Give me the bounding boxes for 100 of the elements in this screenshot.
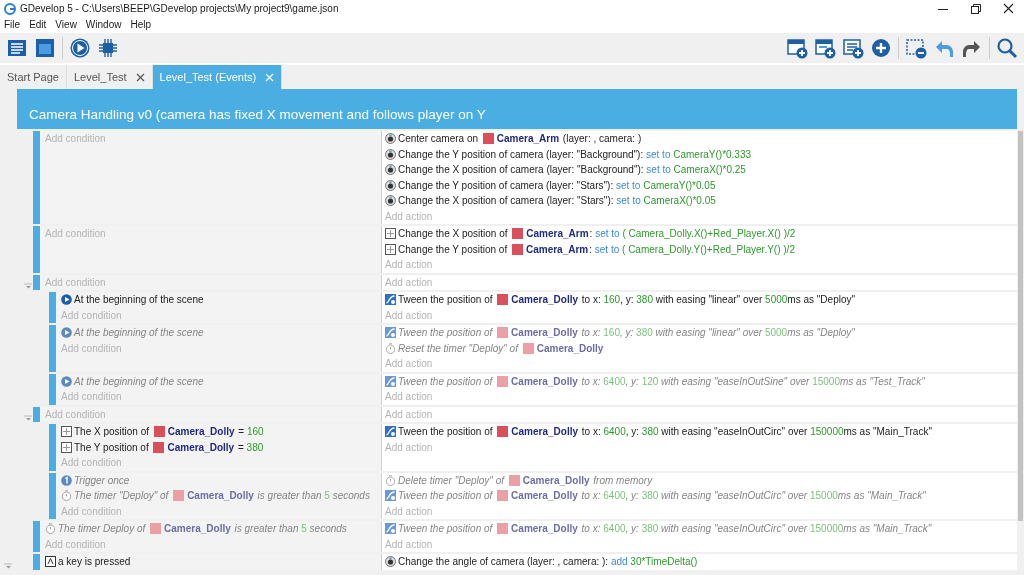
app-logo-icon bbox=[4, 2, 16, 15]
add-action-link[interactable]: Add action bbox=[385, 536, 1015, 552]
add-action-link[interactable]: Add action bbox=[385, 257, 1015, 273]
add-action-link[interactable]: Add action bbox=[385, 406, 1015, 422]
object-name: Camera_Dolly bbox=[164, 523, 231, 534]
action-text: Tween the position of bbox=[398, 523, 494, 534]
object-icon bbox=[512, 228, 524, 239]
list-add-icon[interactable] bbox=[842, 37, 864, 59]
object-icon bbox=[497, 375, 509, 387]
add-condition-link[interactable]: Add condition bbox=[61, 503, 377, 519]
play-icon[interactable] bbox=[69, 37, 91, 59]
event-marker[interactable] bbox=[49, 325, 56, 372]
object-name: Camera_Dolly bbox=[511, 426, 578, 437]
object-name: Camera_Arm bbox=[526, 228, 589, 239]
object-name: Camera_Dolly bbox=[522, 474, 590, 486]
action-text: Tween the position of bbox=[398, 490, 494, 501]
action-text: Change the Y position of camera (layer: "Background"): set to CameraY()*0.333 bbox=[398, 148, 752, 160]
condition-text: At the beginning of the scene bbox=[74, 327, 204, 338]
action-text: to x: 160, y: 380 with easing "linear" over 5000ms as "Deploy" bbox=[580, 327, 855, 338]
group-title: Camera Handling v0 (camera has fixed X movement and follows player on Y bbox=[29, 107, 487, 123]
add-condition-link[interactable]: Add condition bbox=[61, 340, 377, 356]
condition-text: At the beginning of the scene bbox=[74, 294, 204, 305]
add-action-link[interactable]: Add action bbox=[385, 389, 1015, 405]
window-title: GDevelop 5 - C:\Users\BEEP\GDevelop projects\My project9\game.json bbox=[20, 3, 339, 14]
chip-icon[interactable] bbox=[97, 37, 119, 59]
action-text: Change the X position of camera (layer: "Stars"): set to CameraX()*0.05 bbox=[398, 195, 716, 206]
menu-item[interactable]: View bbox=[55, 18, 77, 30]
event-marker[interactable] bbox=[49, 292, 56, 323]
action-text: Tween the position of bbox=[398, 294, 494, 305]
action-text: Tween the position of bbox=[398, 327, 494, 338]
menu-item[interactable]: Window bbox=[85, 18, 122, 30]
window-remove-icon[interactable] bbox=[905, 37, 927, 59]
action-text: Change the angle of camera (layer: , camera: ): add 30*TimeDelta() bbox=[398, 556, 698, 567]
add-action-link[interactable]: Add action bbox=[385, 274, 1015, 290]
window-icon[interactable] bbox=[34, 37, 56, 59]
event-marker[interactable] bbox=[49, 373, 56, 405]
object-icon bbox=[497, 327, 509, 338]
add-action-link[interactable]: Add action bbox=[385, 307, 1015, 323]
object-icon bbox=[508, 474, 520, 486]
add-condition-link[interactable]: Add condition bbox=[45, 274, 377, 290]
action-text: Tween the position of bbox=[398, 375, 494, 387]
object-icon bbox=[173, 490, 185, 501]
add-action-link[interactable]: Add action bbox=[385, 208, 1015, 224]
condition-text: The timer Deploy of bbox=[58, 523, 147, 534]
action-text: to x: 6400, y: 380 with easing "easeInOutCirc" over 150000ms as "Main_Track" bbox=[580, 523, 932, 534]
condition-text: At the beginning of the scene bbox=[74, 375, 204, 387]
close-icon[interactable] bbox=[135, 72, 145, 82]
object-icon bbox=[153, 426, 165, 437]
add-condition-link[interactable]: Add condition bbox=[45, 226, 377, 242]
caret-icon[interactable] bbox=[24, 281, 33, 290]
add-condition-link[interactable]: Add condition bbox=[61, 389, 377, 405]
list-icon[interactable] bbox=[6, 37, 28, 59]
scrollbar-thumb[interactable] bbox=[1018, 131, 1023, 521]
add-action-link[interactable]: Add action bbox=[385, 503, 1015, 519]
add-condition-link[interactable]: Add condition bbox=[45, 131, 377, 147]
add-condition-link[interactable]: Add condition bbox=[61, 307, 377, 323]
group-header[interactable]: Camera Handling v0 (camera has fixed X movement and follows player on Y bbox=[17, 89, 1017, 129]
add-action-link[interactable]: Add action bbox=[385, 356, 1015, 372]
event-marker[interactable] bbox=[33, 226, 40, 273]
caret-icon[interactable] bbox=[4, 560, 13, 570]
object-icon bbox=[497, 490, 509, 501]
object-name: Camera_Dolly bbox=[536, 342, 604, 354]
event-marker[interactable] bbox=[33, 274, 40, 290]
menu-item[interactable]: Help bbox=[130, 18, 151, 30]
object-icon bbox=[497, 426, 509, 437]
object-name: Camera_Dolly bbox=[511, 523, 578, 534]
add-condition-link[interactable]: Add condition bbox=[45, 536, 377, 552]
action-text: to x: 6400, y: 380 with easing "easeInOutCirc" over 150000ms as "Main_Track" bbox=[580, 426, 932, 437]
object-icon bbox=[522, 342, 534, 354]
object-icon bbox=[482, 133, 494, 144]
add-action-link[interactable]: Add action bbox=[385, 439, 1015, 455]
action-text: to x: 6400, y: 120 with easing "easeInOutSine" over 15000ms as "Test_Track" bbox=[580, 375, 925, 387]
condition-text: is greater than 5 seconds bbox=[256, 490, 370, 501]
menu-item[interactable]: File bbox=[4, 18, 21, 30]
object-icon bbox=[497, 523, 509, 534]
window-add-icon[interactable] bbox=[814, 37, 836, 59]
event-marker[interactable] bbox=[33, 521, 40, 552]
event-marker[interactable] bbox=[33, 131, 40, 224]
action-text: Center camera on bbox=[398, 133, 480, 144]
search-icon[interactable] bbox=[996, 37, 1018, 59]
object-name: Camera_Dolly bbox=[187, 490, 254, 501]
window-add-icon[interactable] bbox=[786, 37, 808, 59]
menu-item[interactable]: Edit bbox=[29, 18, 47, 30]
event-marker[interactable] bbox=[49, 424, 56, 471]
tab[interactable]: Level_Test (Events) bbox=[152, 65, 283, 89]
event-marker[interactable] bbox=[49, 472, 56, 519]
add-icon[interactable] bbox=[870, 37, 892, 59]
object-name: Camera_Dolly bbox=[511, 294, 578, 305]
action-text: : set to ( Camera_Dolly.Y()+Red_Player.Y() )/2 bbox=[589, 243, 795, 255]
event-marker[interactable] bbox=[33, 406, 40, 422]
caret-icon[interactable] bbox=[24, 413, 33, 422]
add-condition-link[interactable]: Add condition bbox=[45, 406, 377, 422]
action-text: Change the X position of bbox=[398, 228, 509, 239]
object-icon bbox=[153, 441, 165, 453]
add-condition-link[interactable]: Add condition bbox=[61, 455, 377, 471]
action-text: Delete timer "Deploy" of bbox=[398, 474, 506, 486]
object-name: Camera_Dolly bbox=[511, 375, 578, 387]
event-marker[interactable] bbox=[33, 554, 40, 570]
action-text: from memory bbox=[592, 474, 653, 486]
action-text: Reset the timer "Deploy" of bbox=[398, 342, 520, 354]
